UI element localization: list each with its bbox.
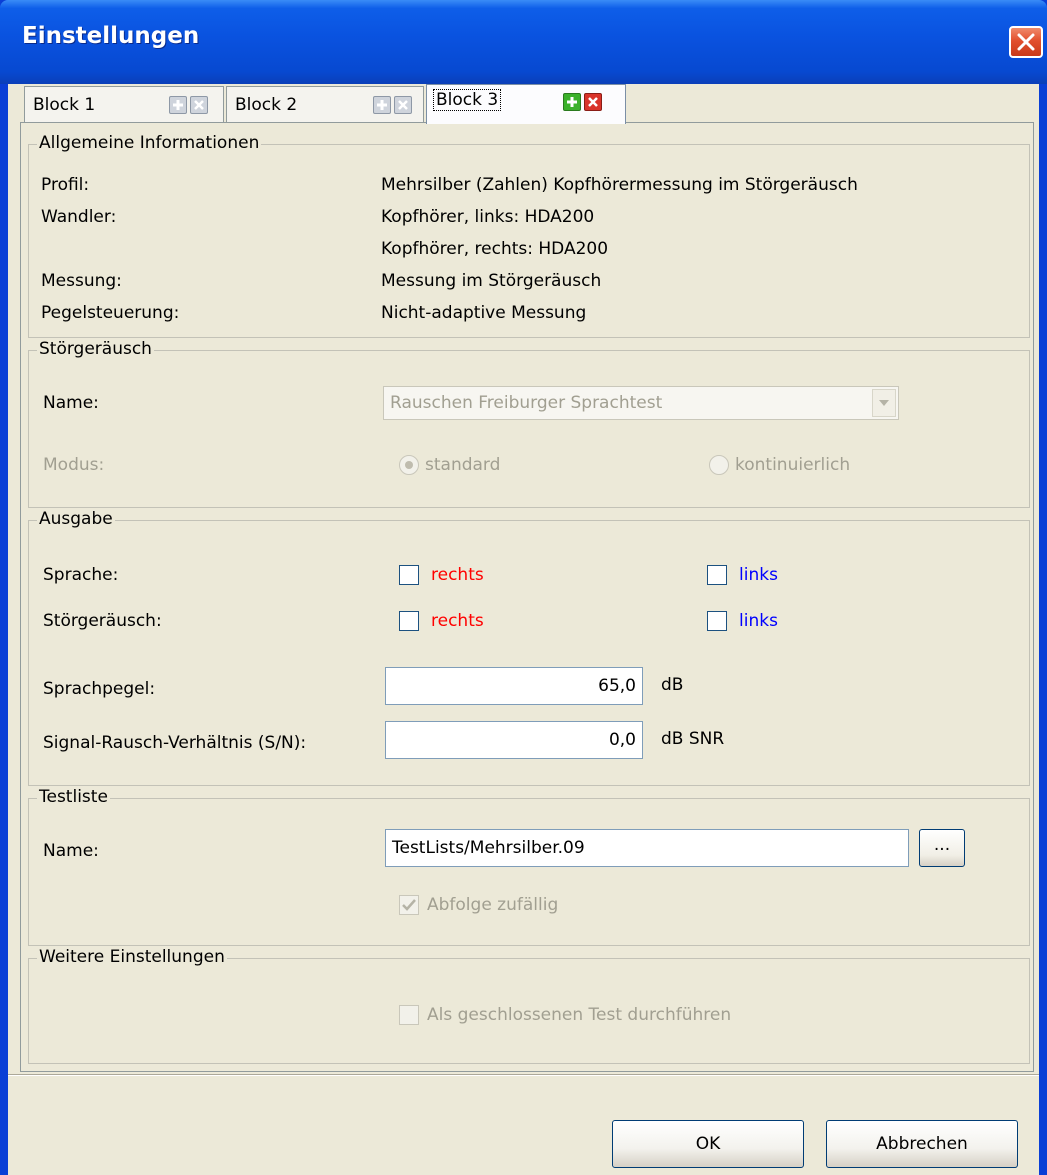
dialog-window: Einstellungen Block 1 Block 2 Block 3 Al…	[0, 0, 1047, 1175]
noise-right-label: rechts	[431, 611, 484, 631]
noise-name-value: Rauschen Freiburger Sprachtest	[390, 393, 663, 413]
mode-continuous-radio[interactable]	[709, 455, 729, 475]
speech-label: Sprache:	[43, 565, 119, 585]
add-block-button[interactable]	[563, 93, 581, 111]
measurement-value: Messung im Störgeräusch	[381, 271, 602, 291]
tab-label: Block 3	[433, 89, 502, 111]
noise-group: Störgeräusch Name: Rauschen Freiburger S…	[28, 339, 1030, 508]
closed-test-checkbox[interactable]	[399, 1005, 419, 1025]
remove-icon	[588, 97, 598, 107]
plus-icon	[567, 97, 577, 107]
tab-block-3[interactable]: Block 3	[426, 84, 626, 124]
profile-label: Profil:	[41, 175, 90, 195]
snr-label: Signal-Rausch-Verhältnis (S/N):	[43, 733, 307, 753]
browse-button[interactable]: ...	[919, 829, 965, 867]
level-control-label: Pegelsteuerung:	[41, 303, 180, 323]
mode-standard-radio[interactable]	[399, 455, 419, 475]
dialog-client: Block 1 Block 2 Block 3 Allgemeine Infor…	[8, 84, 1039, 1175]
testlist-name-input[interactable]: TestLists/Mehrsilber.09	[385, 829, 909, 867]
speech-level-unit: dB	[661, 675, 684, 695]
speech-left-label: links	[739, 565, 778, 585]
speech-right-label: rechts	[431, 565, 484, 585]
noise-output-label: Störgeräusch:	[43, 611, 162, 631]
noise-name-select[interactable]: Rauschen Freiburger Sprachtest	[383, 386, 899, 420]
remove-block-button[interactable]	[190, 96, 208, 114]
dropdown-arrow-button[interactable]	[872, 389, 896, 417]
separator	[8, 1074, 1039, 1076]
remove-icon	[194, 100, 204, 110]
level-control-value: Nicht-adaptive Messung	[381, 303, 587, 323]
group-title: Ausgabe	[37, 509, 115, 529]
cancel-button[interactable]: Abbrechen	[826, 1120, 1018, 1168]
transducer-label: Wandler:	[41, 207, 117, 227]
remove-block-button[interactable]	[584, 93, 602, 111]
chevron-down-icon	[879, 400, 889, 406]
group-title: Weitere Einstellungen	[37, 947, 227, 967]
snr-input[interactable]: 0,0	[385, 721, 643, 759]
ok-button[interactable]: OK	[612, 1120, 804, 1168]
speech-level-input[interactable]: 65,0	[385, 667, 643, 705]
speech-level-label: Sprachpegel:	[43, 679, 156, 699]
close-button[interactable]	[1009, 26, 1043, 58]
profile-value: Mehrsilber (Zahlen) Kopfhörermessung im …	[381, 175, 858, 195]
tab-block-2[interactable]: Block 2	[226, 86, 424, 122]
general-info-group: Allgemeine Informationen Profil: Mehrsil…	[28, 133, 1030, 338]
mode-standard-label: standard	[425, 455, 501, 475]
transducer-right-value: Kopfhörer, rechts: HDA200	[381, 239, 609, 259]
tab-block-1[interactable]: Block 1	[24, 86, 224, 122]
more-settings-group: Weitere Einstellungen Als geschlossenen …	[28, 947, 1030, 1064]
random-order-label: Abfolge zufällig	[427, 895, 559, 915]
group-title: Störgeräusch	[37, 339, 154, 359]
close-icon	[1017, 33, 1035, 51]
tab-label: Block 2	[235, 95, 298, 115]
noise-left-label: links	[739, 611, 778, 631]
title-bar[interactable]: Einstellungen	[0, 0, 1047, 84]
mode-continuous-label: kontinuierlich	[735, 455, 851, 475]
transducer-left-value: Kopfhörer, links: HDA200	[381, 207, 595, 227]
radio-dot	[405, 461, 413, 469]
plus-icon	[173, 100, 183, 110]
group-title: Allgemeine Informationen	[37, 133, 262, 153]
snr-unit: dB SNR	[661, 729, 725, 749]
mode-label: Modus:	[43, 455, 105, 475]
add-block-button[interactable]	[373, 96, 391, 114]
testlist-name-label: Name:	[43, 841, 99, 861]
add-block-button[interactable]	[169, 96, 187, 114]
remove-icon	[398, 100, 408, 110]
noise-left-checkbox[interactable]	[707, 611, 727, 631]
window-title: Einstellungen	[22, 23, 200, 49]
speech-right-checkbox[interactable]	[399, 565, 419, 585]
tab-label: Block 1	[33, 95, 96, 115]
closed-test-label: Als geschlossenen Test durchführen	[427, 1005, 732, 1025]
remove-block-button[interactable]	[394, 96, 412, 114]
speech-left-checkbox[interactable]	[707, 565, 727, 585]
plus-icon	[377, 100, 387, 110]
measurement-label: Messung:	[41, 271, 122, 291]
group-title: Testliste	[37, 787, 110, 807]
random-order-checkbox[interactable]	[399, 895, 419, 915]
check-icon	[402, 899, 416, 911]
noise-right-checkbox[interactable]	[399, 611, 419, 631]
noise-name-label: Name:	[43, 393, 99, 413]
testlist-group: Testliste Name: TestLists/Mehrsilber.09 …	[28, 787, 1030, 946]
output-group: Ausgabe Sprache: rechts links Störgeräus…	[28, 509, 1030, 786]
